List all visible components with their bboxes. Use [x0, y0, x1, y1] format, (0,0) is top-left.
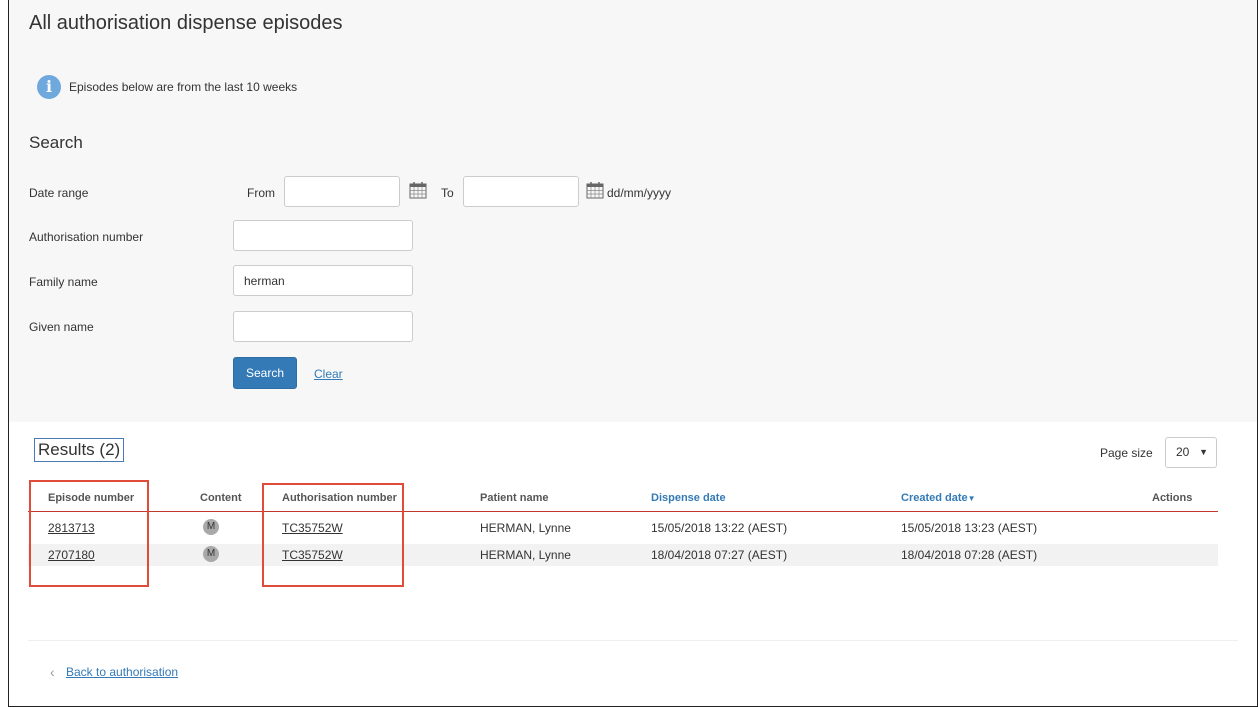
search-button[interactable]: Search — [233, 357, 297, 389]
family-name-input[interactable] — [233, 265, 413, 296]
calendar-icon[interactable] — [586, 181, 604, 199]
dispense-date: 15/05/2018 13:22 (AEST) — [651, 521, 788, 535]
authorisation-number-input[interactable] — [233, 220, 413, 251]
date-format-hint: dd/mm/yyyy — [607, 186, 672, 200]
created-date: 18/04/2018 07:28 (AEST) — [901, 548, 1038, 562]
created-date: 15/05/2018 13:23 (AEST) — [901, 521, 1038, 535]
content-badge: M — [203, 519, 219, 535]
table-row: 2813713 M TC35752W HERMAN, Lynne 15/05/2… — [28, 517, 1218, 539]
sort-desc-icon: ▼ — [967, 494, 976, 503]
to-date-input[interactable] — [463, 176, 579, 207]
given-name-label: Given name — [29, 320, 94, 334]
from-date-input[interactable] — [284, 176, 400, 207]
table-row: 2707180 M TC35752W HERMAN, Lynne 18/04/2… — [28, 544, 1218, 566]
col-patient-name[interactable]: Patient name — [480, 492, 548, 504]
info-message: Episodes below are from the last 10 week… — [69, 80, 298, 94]
results-title: Results (2) — [34, 438, 125, 462]
search-section-title: Search — [29, 133, 83, 152]
page-size-select[interactable]: 20 ▼ — [1165, 437, 1217, 468]
col-created-date[interactable]: Created date▼ — [901, 492, 976, 504]
patient-name: HERMAN, Lynne — [480, 521, 571, 535]
highlight-box-authorisation-number — [262, 483, 404, 587]
family-name-label: Family name — [29, 275, 98, 289]
to-label: To — [441, 186, 454, 200]
authorisation-number-label: Authorisation number — [29, 230, 144, 244]
page-title: All authorisation dispense episodes — [29, 12, 343, 34]
col-actions: Actions — [1152, 492, 1193, 504]
date-range-label: Date range — [29, 186, 89, 200]
footer-divider — [28, 640, 1238, 641]
col-created-date-label: Created date — [901, 492, 968, 504]
back-to-authorisation-link[interactable]: Back to authorisation — [66, 665, 178, 679]
given-name-input[interactable] — [233, 311, 413, 342]
chevron-left-icon: ‹ — [50, 664, 55, 680]
col-content: Content — [200, 492, 242, 504]
highlight-box-episode-number — [29, 480, 149, 587]
search-panel: All authorisation dispense episodes i Ep… — [9, 0, 1257, 422]
info-icon: i — [37, 75, 61, 99]
chevron-down-icon: ▼ — [1199, 447, 1208, 457]
dispense-date: 18/04/2018 07:27 (AEST) — [651, 548, 788, 562]
col-dispense-date[interactable]: Dispense date — [651, 492, 726, 504]
results-table-header: Episode number Content Authorisation num… — [28, 482, 1218, 512]
patient-name: HERMAN, Lynne — [480, 548, 571, 562]
page-size-value: 20 — [1176, 445, 1190, 459]
calendar-icon[interactable] — [409, 181, 427, 199]
from-label: From — [247, 186, 275, 200]
clear-link[interactable]: Clear — [314, 367, 343, 381]
content-badge: M — [203, 546, 219, 562]
page-size-label: Page size — [1100, 446, 1153, 460]
